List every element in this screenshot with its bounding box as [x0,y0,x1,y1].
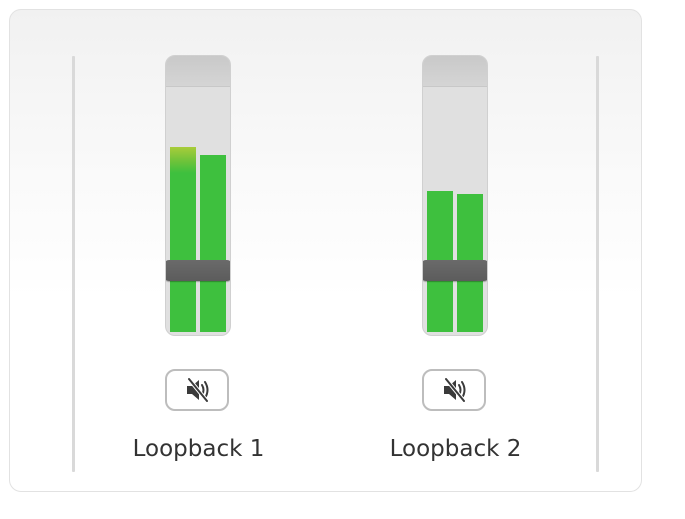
speaker-muted-icon [187,377,209,403]
mute-button[interactable] [422,369,486,411]
left-divider [72,56,75,472]
level-meter-right [200,155,226,332]
volume-fader-knob[interactable] [423,260,487,281]
volume-fader-knob[interactable] [166,260,230,281]
speaker-muted-icon [444,377,466,403]
channel-label: Loopback 2 [389,436,522,462]
channel-loopback-1: Loopback 1 [100,10,300,519]
fader-track-cap [423,56,487,87]
fader-track[interactable] [165,55,231,336]
channel-loopback-2: Loopback 2 [357,10,557,519]
fader-track-cap [166,56,230,87]
channel-label: Loopback 1 [132,436,265,462]
right-divider [596,56,599,472]
level-meter-left [170,147,196,332]
mixer-panel: Loopback 1 Loopback 2 [9,9,642,492]
mute-button[interactable] [165,369,229,411]
fader-track[interactable] [422,55,488,336]
